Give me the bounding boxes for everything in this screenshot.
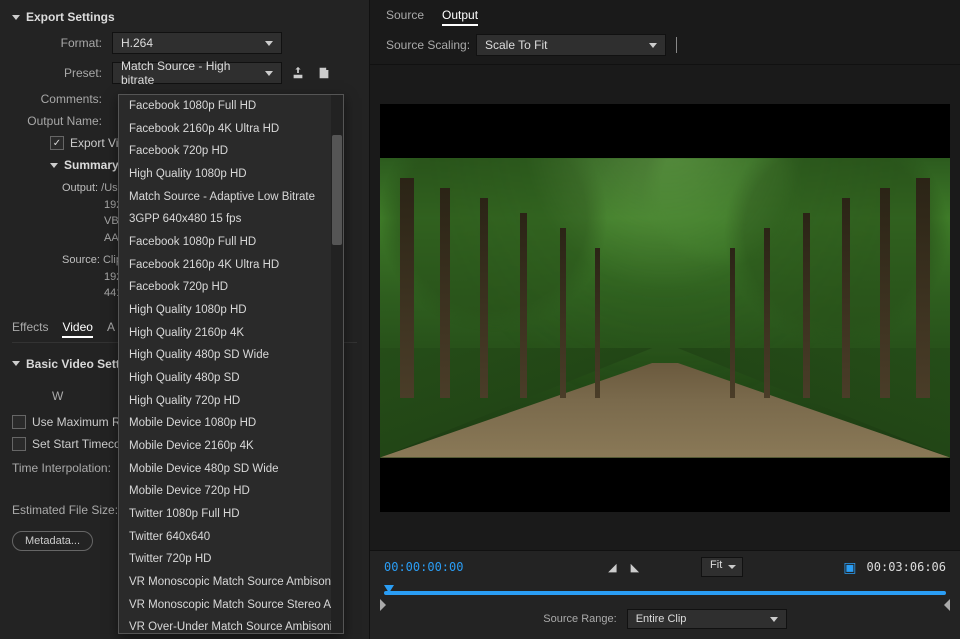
tab-video[interactable]: Video bbox=[62, 320, 92, 338]
source-scaling-select[interactable]: Scale To Fit bbox=[476, 34, 666, 56]
playhead[interactable] bbox=[384, 585, 394, 599]
in-point-handle[interactable] bbox=[380, 599, 386, 611]
dropdown-scrollbar[interactable] bbox=[331, 95, 343, 633]
export-video-checkbox[interactable] bbox=[50, 136, 64, 150]
timeline-controls: 00:00:00:00 ◢ ◣ Fit ▣ 00:03:06:06 Source… bbox=[370, 550, 960, 639]
export-settings-panel: Export Settings Format: H.264 Preset: Ma… bbox=[0, 0, 370, 639]
import-preset-icon[interactable] bbox=[314, 63, 334, 83]
use-max-render-checkbox[interactable] bbox=[12, 415, 26, 429]
mark-in-button[interactable]: ◢ bbox=[606, 561, 618, 574]
safe-margins-icon[interactable]: ▣ bbox=[843, 559, 856, 576]
source-range-label: Source Range: bbox=[543, 613, 616, 625]
summary-output-line1: /Us bbox=[101, 182, 118, 194]
summary-output-label: Output: bbox=[62, 182, 98, 194]
save-preset-icon[interactable] bbox=[288, 63, 308, 83]
preset-value: Match Source - High bitrate bbox=[121, 59, 259, 87]
zoom-fit-select[interactable]: Fit bbox=[701, 557, 743, 577]
preset-option[interactable]: VR Monoscopic Match Source Stereo Audio bbox=[119, 594, 343, 617]
preset-option[interactable]: VR Over-Under Match Source Ambisonics bbox=[119, 616, 343, 634]
output-name-label: Output Name: bbox=[12, 114, 112, 128]
preset-option[interactable]: High Quality 720p HD bbox=[119, 390, 343, 413]
preset-option[interactable]: Facebook 2160p 4K Ultra HD bbox=[119, 118, 343, 141]
tab-audio-truncated[interactable]: A bbox=[107, 320, 115, 338]
video-preview-image bbox=[380, 158, 950, 458]
preview-panel: Source Output Source Scaling: Scale To F… bbox=[370, 0, 960, 639]
text-cursor-icon bbox=[676, 37, 677, 53]
preset-option[interactable]: Mobile Device 720p HD bbox=[119, 480, 343, 503]
tab-source[interactable]: Source bbox=[386, 8, 424, 26]
preset-option[interactable]: Mobile Device 1080p HD bbox=[119, 412, 343, 435]
preset-option[interactable]: Match Source - Adaptive Low Bitrate bbox=[119, 186, 343, 209]
format-select[interactable]: H.264 bbox=[112, 32, 282, 54]
out-point-handle[interactable] bbox=[944, 599, 950, 611]
preset-option[interactable]: Facebook 2160p 4K Ultra HD bbox=[119, 254, 343, 277]
chevron-down-icon bbox=[50, 163, 58, 168]
preset-option[interactable]: High Quality 1080p HD bbox=[119, 163, 343, 186]
preset-option[interactable]: Facebook 720p HD bbox=[119, 276, 343, 299]
zoom-fit-value: Fit bbox=[710, 559, 722, 571]
metadata-button-label: Metadata... bbox=[25, 535, 80, 547]
preview-tabs: Source Output bbox=[370, 0, 960, 30]
set-start-tc-checkbox[interactable] bbox=[12, 437, 26, 451]
preset-option[interactable]: Mobile Device 480p SD Wide bbox=[119, 458, 343, 481]
time-interp-label: Time Interpolation: bbox=[12, 461, 111, 475]
preset-label: Preset: bbox=[12, 66, 112, 80]
source-range-select[interactable]: Entire Clip bbox=[627, 609, 787, 629]
video-frame[interactable] bbox=[380, 104, 950, 512]
export-settings-title: Export Settings bbox=[26, 10, 115, 24]
tab-effects[interactable]: Effects bbox=[12, 320, 48, 338]
preset-option[interactable]: Twitter 1080p Full HD bbox=[119, 503, 343, 526]
timecode-end: 00:03:06:06 bbox=[867, 560, 946, 574]
preset-select[interactable]: Match Source - High bitrate bbox=[112, 62, 282, 84]
preset-option[interactable]: High Quality 480p SD bbox=[119, 367, 343, 390]
estimated-file-size-label: Estimated File Size: bbox=[12, 503, 118, 517]
chevron-down-icon bbox=[12, 15, 20, 20]
timeline-track[interactable] bbox=[384, 585, 946, 599]
timecode-start[interactable]: 00:00:00:00 bbox=[384, 560, 463, 574]
summary-title: Summary bbox=[64, 158, 119, 172]
preset-option[interactable]: 3GPP 640x480 15 fps bbox=[119, 208, 343, 231]
mark-out-button[interactable]: ◣ bbox=[629, 561, 641, 574]
preview-monitor bbox=[370, 65, 960, 550]
source-scaling-value: Scale To Fit bbox=[485, 38, 547, 52]
preset-option[interactable]: Twitter 640x640 bbox=[119, 526, 343, 549]
preset-option[interactable]: Twitter 720p HD bbox=[119, 548, 343, 571]
metadata-button[interactable]: Metadata... bbox=[12, 531, 93, 551]
summary-source-label: Source: bbox=[62, 254, 100, 266]
preset-option[interactable]: High Quality 2160p 4K bbox=[119, 322, 343, 345]
tab-output[interactable]: Output bbox=[442, 8, 478, 26]
format-label: Format: bbox=[12, 36, 112, 50]
preset-option[interactable]: Facebook 720p HD bbox=[119, 140, 343, 163]
preset-option[interactable]: Facebook 1080p Full HD bbox=[119, 95, 343, 118]
preset-option[interactable]: Mobile Device 2160p 4K bbox=[119, 435, 343, 458]
preset-option[interactable]: High Quality 1080p HD bbox=[119, 299, 343, 322]
source-range-value: Entire Clip bbox=[636, 613, 687, 625]
chevron-down-icon bbox=[12, 361, 20, 366]
source-scaling-label: Source Scaling: bbox=[386, 38, 476, 52]
preset-option[interactable]: Facebook 1080p Full HD bbox=[119, 231, 343, 254]
dropdown-scroll-thumb[interactable] bbox=[332, 135, 342, 245]
export-settings-header[interactable]: Export Settings bbox=[12, 10, 357, 24]
preset-dropdown-list[interactable]: Facebook 1080p Full HDFacebook 2160p 4K … bbox=[118, 94, 344, 634]
timeline-range bbox=[384, 591, 946, 595]
comments-label: Comments: bbox=[12, 92, 112, 106]
preset-option[interactable]: VR Monoscopic Match Source Ambisonics bbox=[119, 571, 343, 594]
basic-video-settings-title: Basic Video Setti bbox=[26, 357, 123, 371]
preset-option[interactable]: High Quality 480p SD Wide bbox=[119, 344, 343, 367]
format-value: H.264 bbox=[121, 36, 153, 50]
